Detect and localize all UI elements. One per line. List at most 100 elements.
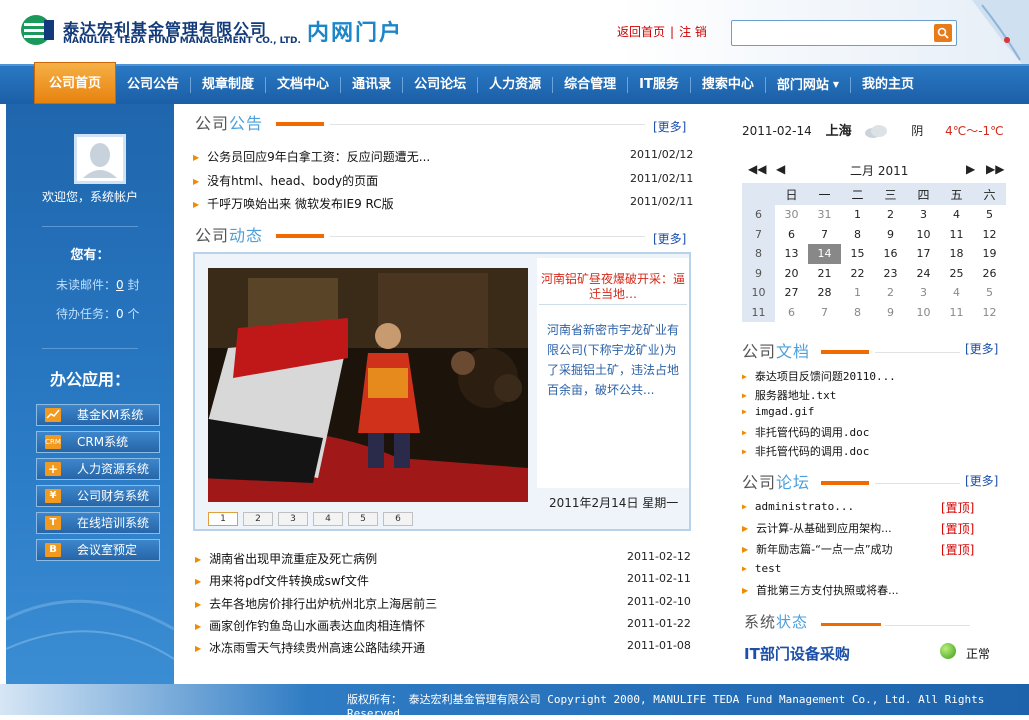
- news-headline[interactable]: 河南铝矿昼夜爆破开采：逼迁当地…: [541, 272, 685, 302]
- calendar-day[interactable]: 4: [940, 205, 973, 225]
- prev-year-icon[interactable]: ◀◀: [748, 162, 766, 176]
- nav-search-center[interactable]: 搜索中心: [691, 66, 765, 104]
- calendar-day[interactable]: 10: [907, 303, 940, 323]
- calendar-day[interactable]: 22: [841, 264, 874, 284]
- calendar-day[interactable]: 8: [841, 225, 874, 245]
- calendar-day[interactable]: 24: [907, 264, 940, 284]
- calendar-day[interactable]: 3: [907, 205, 940, 225]
- home-link[interactable]: 返回首页: [617, 25, 665, 39]
- forum-item[interactable]: ▶ administrato...: [742, 500, 854, 513]
- calendar-day[interactable]: 10: [907, 225, 940, 245]
- calendar-day[interactable]: 3: [907, 283, 940, 303]
- calendar-day[interactable]: 7: [808, 225, 841, 245]
- pager-button[interactable]: 4: [313, 512, 343, 526]
- forum-item[interactable]: ▶ 新年励志篇-“一点一点”成功: [742, 541, 893, 557]
- calendar-day[interactable]: 12: [973, 225, 1006, 245]
- calendar-day[interactable]: 31: [808, 205, 841, 225]
- announce-item[interactable]: ▶ 千呼万唤始出来 微软发布IE9 RC版: [193, 195, 394, 212]
- forum-item[interactable]: ▶ test: [742, 562, 781, 575]
- calendar-day[interactable]: 1: [841, 205, 874, 225]
- app-training[interactable]: T 在线培训系统: [36, 512, 160, 534]
- calendar-day[interactable]: 30: [775, 205, 808, 225]
- nav-it-service[interactable]: IT服务: [628, 66, 690, 104]
- calendar-day[interactable]: 13: [775, 244, 808, 264]
- calendar-day[interactable]: 12: [973, 303, 1006, 323]
- calendar-day[interactable]: 20: [775, 264, 808, 284]
- pager-button[interactable]: 3: [278, 512, 308, 526]
- calendar-today[interactable]: 14: [808, 244, 841, 264]
- unread-mail-count[interactable]: 0: [116, 278, 124, 292]
- calendar-day[interactable]: 6: [775, 225, 808, 245]
- calendar-day[interactable]: 19: [973, 244, 1006, 264]
- calendar-day[interactable]: 11: [940, 225, 973, 245]
- calendar-day[interactable]: 23: [874, 264, 907, 284]
- doc-item[interactable]: ▶ 非托管代码的调用.doc: [742, 424, 869, 440]
- next-year-icon[interactable]: ▶▶: [986, 162, 1004, 176]
- doc-item[interactable]: ▶ imgad.gif: [742, 405, 814, 418]
- prev-month-icon[interactable]: ◀: [776, 162, 785, 176]
- nav-forum[interactable]: 公司论坛: [403, 66, 477, 104]
- dynamics-item[interactable]: ▶ 湖南省出现甲流重症及死亡病例: [195, 550, 377, 567]
- pager-button[interactable]: 5: [348, 512, 378, 526]
- calendar-day[interactable]: 7: [808, 303, 841, 323]
- calendar-day[interactable]: 2: [874, 205, 907, 225]
- nav-hr[interactable]: 人力资源: [478, 66, 552, 104]
- app-meeting-room[interactable]: B 会议室预定: [36, 539, 160, 561]
- forum-item[interactable]: ▶ 云计算-从基础到应用架构...: [742, 520, 892, 536]
- forum-more-link[interactable]: [更多]: [965, 472, 998, 489]
- pending-task-count[interactable]: 0: [116, 307, 124, 321]
- announce-item[interactable]: ▶ 公务员回应9年白拿工资：反应问题遭无...: [193, 148, 430, 165]
- calendar-day[interactable]: 9: [874, 303, 907, 323]
- pager-button[interactable]: 2: [243, 512, 273, 526]
- doc-item[interactable]: ▶ 非托管代码的调用.doc: [742, 443, 869, 459]
- calendar-day[interactable]: 1: [841, 283, 874, 303]
- dynamics-item[interactable]: ▶ 去年各地房价排行出炉杭州北京上海居前三: [195, 595, 437, 612]
- app-crm[interactable]: CRM CRM系统: [36, 431, 160, 453]
- nav-my-page[interactable]: 我的主页: [851, 66, 925, 104]
- nav-regulations[interactable]: 规章制度: [191, 66, 265, 104]
- search-button[interactable]: [934, 24, 952, 42]
- nav-home[interactable]: 公司首页: [34, 62, 117, 104]
- forum-item[interactable]: ▶ 首批第三方支付执照或将春...: [742, 582, 899, 598]
- calendar-day[interactable]: 8: [841, 303, 874, 323]
- nav-contacts[interactable]: 通讯录: [341, 66, 402, 104]
- calendar-day[interactable]: 17: [907, 244, 940, 264]
- nav-admin[interactable]: 综合管理: [553, 66, 627, 104]
- calendar-day[interactable]: 18: [940, 244, 973, 264]
- dynamics-item[interactable]: ▶ 用来将pdf文件转换成swf文件: [195, 572, 369, 589]
- calendar-day[interactable]: 21: [808, 264, 841, 284]
- dynamics-item[interactable]: ▶ 冰冻雨雪天气持续贵州高速公路陆续开通: [195, 639, 425, 656]
- calendar-day[interactable]: 16: [874, 244, 907, 264]
- doc-item[interactable]: ▶ 泰达项目反馈问题20110...: [742, 368, 896, 384]
- calendar-day[interactable]: 28: [808, 283, 841, 303]
- calendar-day[interactable]: 25: [940, 264, 973, 284]
- calendar-day[interactable]: 5: [973, 283, 1006, 303]
- search-input[interactable]: [734, 23, 926, 43]
- news-photo[interactable]: [208, 268, 528, 502]
- dynamics-item[interactable]: ▶ 画家创作钓鱼岛山水画表达血肉相连情怀: [195, 617, 425, 634]
- doc-item[interactable]: ▶ 服务器地址.txt: [742, 387, 836, 403]
- nav-announcements[interactable]: 公司公告: [116, 66, 190, 104]
- dynamics-more-link[interactable]: [更多]: [653, 230, 686, 247]
- app-finance[interactable]: ¥ 公司财务系统: [36, 485, 160, 507]
- nav-documents[interactable]: 文档中心: [266, 66, 340, 104]
- calendar-day[interactable]: 27: [775, 283, 808, 303]
- calendar-day[interactable]: 15: [841, 244, 874, 264]
- announce-more-link[interactable]: [更多]: [653, 118, 686, 135]
- calendar-day[interactable]: 5: [973, 205, 1006, 225]
- calendar-day[interactable]: 4: [940, 283, 973, 303]
- calendar-day[interactable]: 2: [874, 283, 907, 303]
- calendar-day[interactable]: 6: [775, 303, 808, 323]
- nav-dept-sites[interactable]: 部门网站 ▼: [766, 66, 850, 104]
- docs-more-link[interactable]: [更多]: [965, 340, 998, 357]
- app-fund-km[interactable]: 基金KM系统: [36, 404, 160, 426]
- next-month-icon[interactable]: ▶: [966, 162, 975, 176]
- logout-link[interactable]: 注 销: [679, 25, 707, 39]
- calendar-day[interactable]: 11: [940, 303, 973, 323]
- it-procurement-link[interactable]: IT部门设备采购: [744, 643, 850, 664]
- app-hr[interactable]: + 人力资源系统: [36, 458, 160, 480]
- pager-button[interactable]: 6: [383, 512, 413, 526]
- announce-item[interactable]: ▶ 没有html、head、body的页面: [193, 172, 378, 189]
- pager-button[interactable]: 1: [208, 512, 238, 526]
- calendar-day[interactable]: 9: [874, 225, 907, 245]
